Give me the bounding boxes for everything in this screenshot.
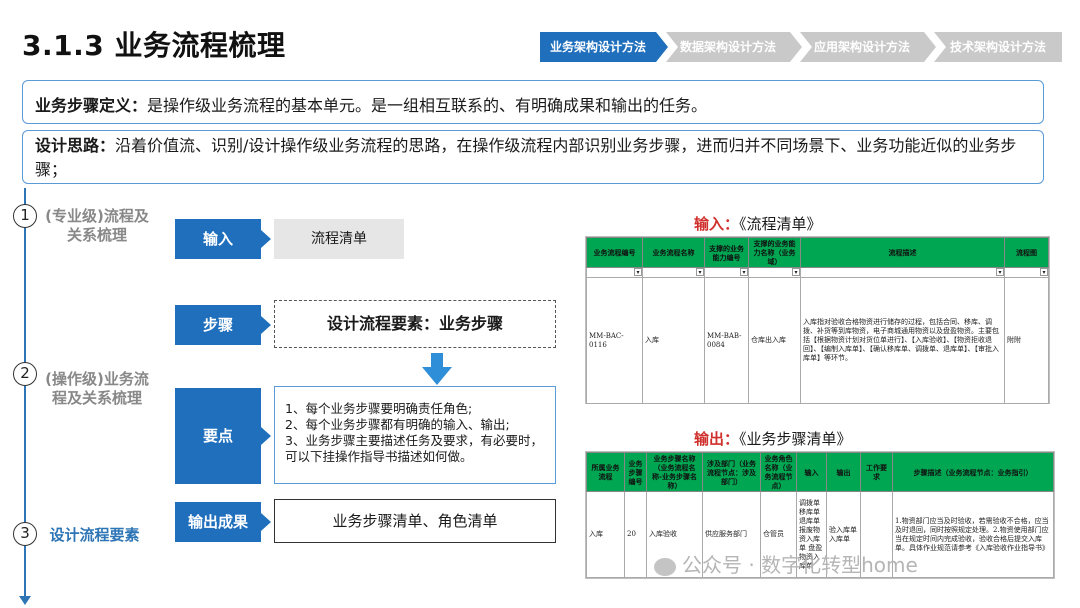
nav-step-business[interactable]: 业务架构设计方法 <box>540 32 668 62</box>
arrow-down-icon <box>19 596 31 605</box>
table-cell: 仓库出入库 <box>748 277 801 404</box>
points-box: 1、每个业务步骤要明确责任角色; 2、每个业务步骤都有明确的输入、输出; 3、业… <box>274 386 556 484</box>
method-step-nav: 业务架构设计方法 数据架构设计方法 应用架构设计方法 技术架构设计方法 <box>540 32 1070 62</box>
chevron-right-icon <box>656 32 668 62</box>
points-label: 要点 <box>175 388 271 484</box>
dropdown-icon[interactable]: ▾ <box>634 268 642 276</box>
table-cell: 入库 <box>642 277 705 404</box>
output-sheet-caption: 输出：《业务步骤清单》 <box>694 428 852 449</box>
table-cell: 入库 <box>586 491 625 578</box>
phase-number-2: 2 <box>13 362 37 386</box>
col-header: 所属业务流程 <box>586 452 625 492</box>
step-label-text: 步骤 <box>202 316 233 334</box>
dropdown-icon[interactable]: ▾ <box>792 268 800 276</box>
input-label-text: 输入 <box>202 230 233 248</box>
col-header: 业务角色名称（业务流程节点） <box>760 452 797 492</box>
col-header: 业务流程名称 <box>642 237 705 268</box>
definition-label: 业务步骤定义： <box>35 96 148 115</box>
pointer-right-icon <box>261 316 271 334</box>
table-cell: 附附 <box>1004 277 1049 404</box>
flow-list-table: 业务流程编号 业务流程名称 支撑的业务能力编号 支撑的业务能力名称（业务域） 流… <box>586 237 1049 404</box>
definition-text: 是操作级业务流程的基本单元。是一组相互联系的、有明确成果和输出的任务。 <box>147 96 708 115</box>
filter-cell[interactable]: ▾ <box>586 267 643 278</box>
dropdown-icon[interactable]: ▾ <box>696 268 704 276</box>
chevron-right-icon <box>790 32 802 62</box>
caption-prefix: 输入： <box>694 215 740 233</box>
col-header: 业务步骤名称（业务流程名称-业务步骤名称） <box>646 452 703 492</box>
input-sheet-image: 业务流程编号 业务流程名称 支撑的业务能力编号 支撑的业务能力名称（业务域） 流… <box>585 236 1050 404</box>
step-value: 设计流程要素：业务步骤 <box>274 300 556 348</box>
page-title: 3.1.3 业务流程梳理 <box>22 29 286 62</box>
pointer-right-icon <box>261 427 271 445</box>
col-header: 流程图 <box>1004 237 1049 268</box>
caption-title: 《业务步骤清单》 <box>739 430 852 448</box>
col-header: 流程描述 <box>800 237 1005 268</box>
phase-label-1[interactable]: (专业级)流程及关系梳理 <box>42 207 152 245</box>
input-value: 流程清单 <box>274 219 404 259</box>
definition-box: 业务步骤定义：是操作级业务流程的基本单元。是一组相互联系的、有明确成果和输出的任… <box>22 80 1044 124</box>
approach-text: 沿着价值流、识别/设计操作级业务流程的思路，在操作级流程内部识别业务步骤，进而归… <box>35 136 1017 179</box>
nav-step-technology[interactable]: 技术架构设计方法 <box>934 32 1062 62</box>
col-header: 涉及部门（业务流程节点：涉及部门） <box>702 452 761 492</box>
filter-cell[interactable]: ▾ <box>642 267 705 278</box>
chevron-right-icon <box>924 32 936 62</box>
approach-box: 设计思路：沿着价值流、识别/设计操作级业务流程的思路，在操作级流程内部识别业务步… <box>22 130 1044 184</box>
col-header: 业务步骤编号 <box>624 452 647 492</box>
phase-number-1: 1 <box>13 204 37 228</box>
table-cell: MM-BAC-0116 <box>586 277 643 404</box>
input-label: 输入 <box>175 219 271 259</box>
step-label: 步骤 <box>175 305 271 345</box>
nav-step-application[interactable]: 应用架构设计方法 <box>800 32 936 62</box>
nav-step-label: 应用架构设计方法 <box>813 40 910 54</box>
point-item: 1、每个业务步骤要明确责任角色; <box>285 401 473 416</box>
dropdown-icon[interactable]: ▾ <box>996 268 1004 276</box>
watermark: 公众号 · 数字化转型home <box>654 549 918 578</box>
input-sheet-caption: 输入：《流程清单》 <box>694 213 822 234</box>
phase-label-2[interactable]: (操作级)业务流程及关系梳理 <box>42 370 152 408</box>
filter-cell[interactable]: ▾ <box>800 267 1005 278</box>
approach-label: 设计思路： <box>35 136 116 155</box>
phase-label-3[interactable]: 设计流程要素 <box>42 526 147 545</box>
nav-step-label: 数据架构设计方法 <box>679 40 776 54</box>
table-cell: MM-BAB-0084 <box>704 277 749 404</box>
col-header: 输出 <box>826 452 861 492</box>
point-item: 2、每个业务步骤都有明确的输入、输出; <box>285 417 510 432</box>
wechat-icon <box>654 557 676 576</box>
pointer-right-icon <box>261 230 271 248</box>
dropdown-icon[interactable]: ▾ <box>740 268 748 276</box>
phase-number-3: 3 <box>13 522 37 546</box>
dropdown-icon[interactable]: ▾ <box>1040 268 1048 276</box>
watermark-text: 公众号 · 数字化转型home <box>682 553 918 577</box>
output-value: 业务步骤清单、角色清单 <box>274 499 556 543</box>
pointer-right-icon <box>261 513 271 531</box>
arrow-down-icon <box>422 353 452 385</box>
filter-cell[interactable]: ▾ <box>748 267 801 278</box>
caption-title: 《流程清单》 <box>739 215 822 233</box>
col-header: 支撑的业务能力编号 <box>704 237 749 268</box>
filter-cell[interactable]: ▾ <box>1004 267 1049 278</box>
nav-step-label: 业务架构设计方法 <box>549 40 646 54</box>
points-label-text: 要点 <box>202 427 233 445</box>
output-label: 输出成果 <box>175 502 271 542</box>
col-header: 步骤描述（业务流程节点：业务指引） <box>892 452 1054 492</box>
caption-prefix: 输出： <box>694 430 740 448</box>
table-cell: 20 <box>624 491 647 578</box>
point-item: 3、业务步骤主要描述任务及要求，有必要时，可以下挂操作指导书描述如何做。 <box>285 433 543 464</box>
table-cell: 入库指对验收合格物资进行储存的过程，包括合同、移库、调拨、补货等到库物资，电子商… <box>800 277 1005 404</box>
col-header: 业务流程编号 <box>586 237 643 268</box>
col-header: 支撑的业务能力名称（业务域） <box>748 237 801 268</box>
output-label-text: 输出成果 <box>187 513 248 531</box>
col-header: 输入 <box>796 452 827 492</box>
filter-cell[interactable]: ▾ <box>704 267 749 278</box>
nav-step-label: 技术架构设计方法 <box>949 40 1046 54</box>
nav-step-data[interactable]: 数据架构设计方法 <box>666 32 802 62</box>
col-header: 工作要求 <box>860 452 893 492</box>
